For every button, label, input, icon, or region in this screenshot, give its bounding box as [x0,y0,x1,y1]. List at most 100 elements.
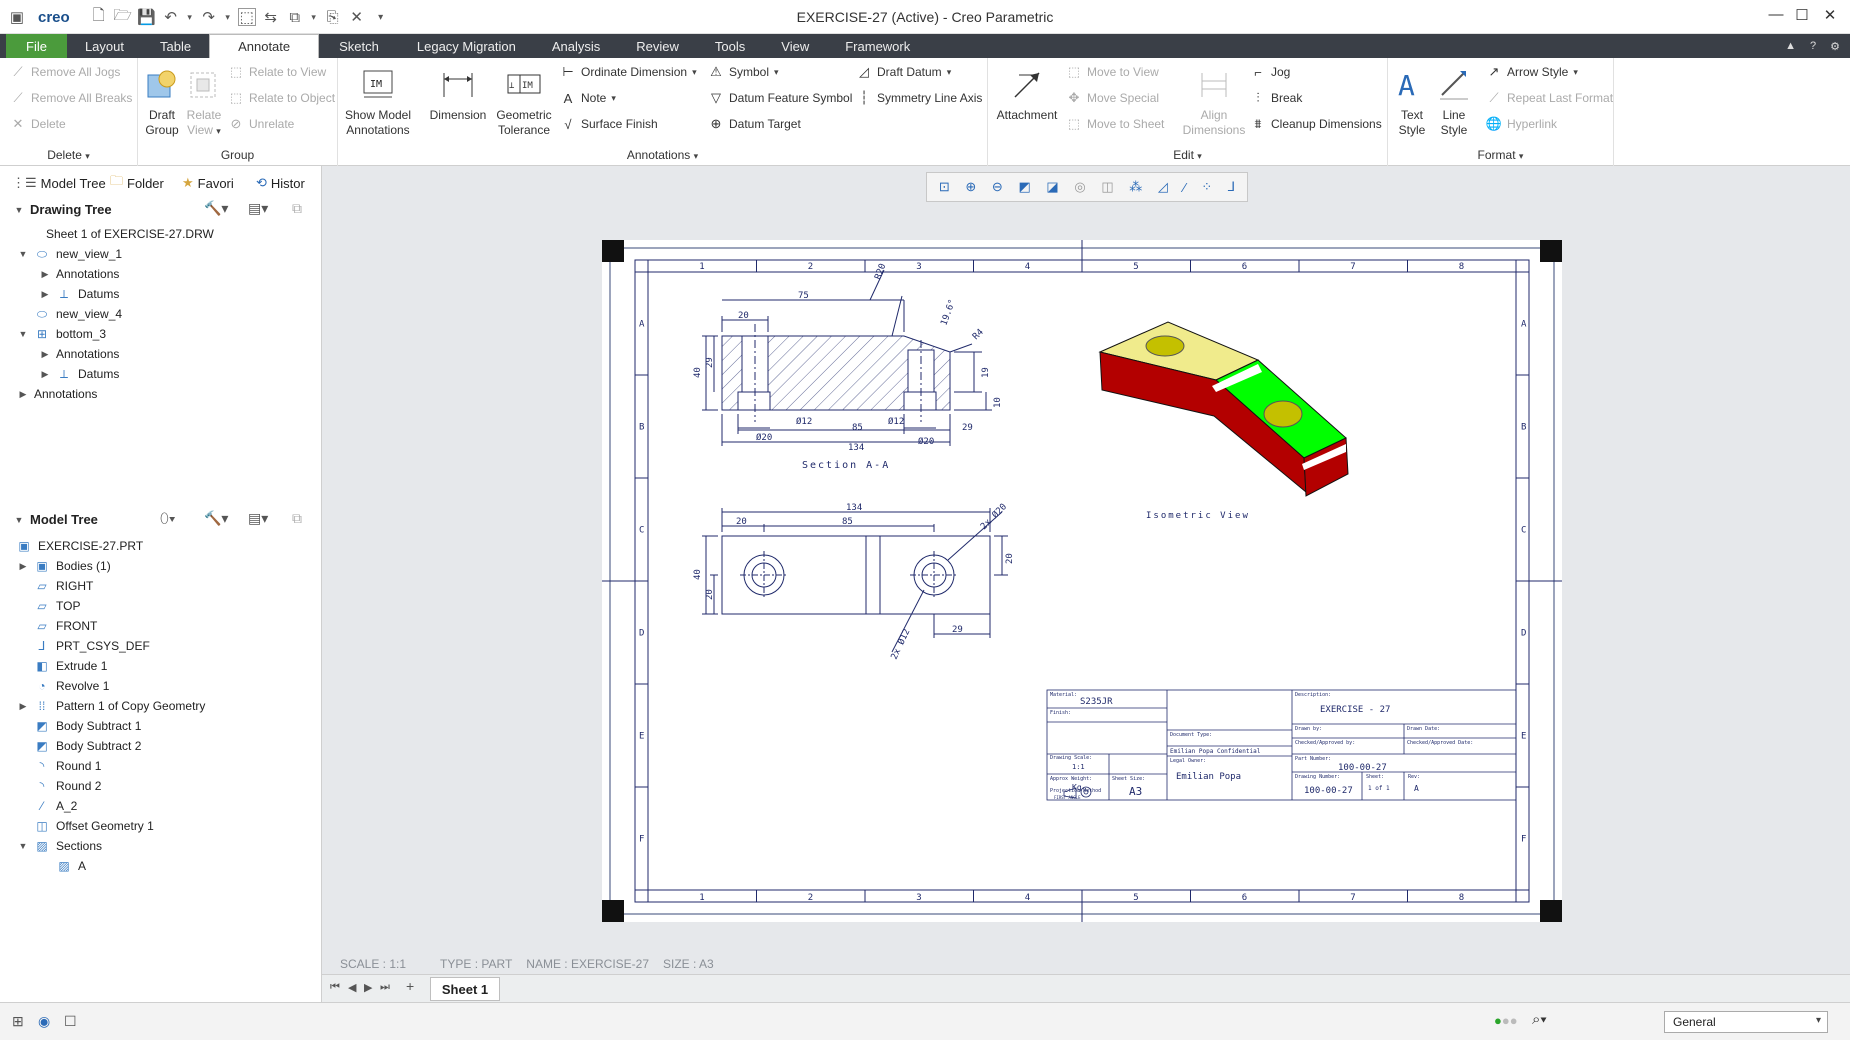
tree-filter-icon[interactable]: ⧉ [292,200,302,217]
geometric-tolerance-button[interactable]: ⊥ IM Geometric Tolerance [492,64,556,138]
regenerate-icon[interactable]: ⇆ [262,8,280,26]
edit-group-label[interactable]: Edit ▾ [988,148,1387,162]
last-sheet-icon[interactable]: ⏭ [380,981,390,994]
break-button[interactable]: ⫶ Break [1250,87,1302,109]
axis-display-icon[interactable]: ⁄ [1184,180,1186,195]
show-model-annotations-button[interactable]: IM Show Model Annotations [342,64,414,138]
full-screen-icon[interactable]: ☐ [64,1013,77,1030]
tree-item-bottom-3[interactable]: ▼ ⊞ bottom_3 [18,324,107,344]
display-style-icon[interactable]: ⬯▾ [160,510,176,527]
tree-item-annotations[interactable]: ▶ Annotations [18,384,98,404]
csys-display-icon[interactable]: ⅃ [1228,179,1235,195]
selection-filter-select[interactable]: General ▾ [1664,1011,1828,1033]
tab-favorites[interactable]: ★ Favori [182,172,234,194]
tree-item-feature[interactable]: ◩ Body Subtract 2 [34,736,141,756]
help-icon[interactable]: ? [1810,40,1816,52]
format-group-label[interactable]: Format ▾ [1388,148,1613,162]
tab-legacy-migration[interactable]: Legacy Migration [399,34,534,58]
zoom-in-icon[interactable]: ⊕ [965,179,976,195]
drawing-sheet[interactable]: 1122334455667788A AB BC CD DE EF F 20 75… [602,240,1562,922]
saved-views-icon[interactable]: ◎ [1074,179,1085,195]
tree-item-new-view-1[interactable]: ▼ ⬭ new_view_1 [18,244,123,264]
find-binoculars-icon[interactable]: ⌕▾ [1532,1011,1547,1028]
tree-item-part[interactable]: ▣ EXERCISE-27.PRT [16,536,143,556]
copy-icon[interactable]: ⎘ [324,8,342,26]
relate-view-button[interactable]: Relate View ▾ [184,64,224,139]
tab-framework[interactable]: Framework [827,34,928,58]
move-to-sheet-button[interactable]: ⬚ Move to Sheet [1066,113,1165,135]
add-sheet-button[interactable]: + [406,978,414,994]
tree-item-bodies[interactable]: ▶ ▣ Bodies (1) [18,556,111,576]
dimension-button[interactable]: Dimension [426,64,490,123]
minimize-button[interactable]: — [1764,6,1788,28]
collapse-ribbon-icon[interactable]: ▲ [1785,40,1796,52]
tab-tools[interactable]: Tools [697,34,763,58]
undo-dropdown-icon[interactable]: ▾ [186,8,194,26]
datum-feature-symbol-button[interactable]: ▽ Datum Feature Symbol [708,87,852,109]
view-manager-icon[interactable]: ◫ [1101,179,1113,195]
tree-tools-icon[interactable]: 🔨▾ [204,510,228,527]
tab-analysis[interactable]: Analysis [534,34,618,58]
tree-item-datum-plane[interactable]: ▱ TOP [34,596,80,616]
draft-group-button[interactable]: Draft Group [142,64,182,138]
tab-sketch[interactable]: Sketch [319,34,399,58]
save-icon[interactable]: 💾 [137,8,156,26]
zoom-out-icon[interactable]: ⊖ [992,179,1003,195]
align-dimensions-button[interactable]: Align Dimensions [1182,64,1246,138]
tree-item-section-a[interactable]: ▨ A [56,856,86,876]
annotation-display-icon[interactable]: ◿ [1158,179,1168,195]
browser-toggle-icon[interactable]: ◉ [38,1013,50,1030]
datum-display-icon[interactable]: ⁂ [1129,179,1142,195]
jog-button[interactable]: ⌐ Jog [1250,61,1290,83]
tab-view[interactable]: View [763,34,827,58]
tree-item-annotations[interactable]: ▶ Annotations [40,264,120,284]
tab-layout[interactable]: Layout [67,34,142,58]
display-style-icon[interactable]: ◪ [1046,179,1058,195]
next-sheet-icon[interactable]: ▶ [364,981,372,994]
settings-gear-icon[interactable]: ⚙ [1830,40,1840,53]
tree-item-datums[interactable]: ▶ ⟂ Datums [40,284,120,304]
new-file-icon[interactable]: 🗋 [90,7,108,26]
datum-target-button[interactable]: ⊕ Datum Target [708,113,801,135]
arrow-style-button[interactable]: ↗ Arrow Style ▾ [1486,61,1578,83]
draft-datum-button[interactable]: ◿ Draft Datum ▾ [856,61,951,83]
tree-item-datum-plane[interactable]: ▱ RIGHT [34,576,93,596]
cleanup-dimensions-button[interactable]: ⩩ Cleanup Dimensions [1250,113,1382,135]
tree-item-feature[interactable]: ◝ Round 2 [34,776,102,796]
tab-annotate[interactable]: Annotate [209,34,320,58]
tree-item-csys[interactable]: ⅃ PRT_CSYS_DEF [34,636,150,656]
tree-item-new-view-4[interactable]: ⬭ new_view_4 [34,304,122,324]
tree-settings-icon[interactable]: ▤▾ [248,200,268,217]
tree-item-feature[interactable]: ◔ Revolve 1 [34,676,109,696]
tree-settings-icon[interactable]: ▤▾ [248,510,268,527]
move-special-button[interactable]: ✥ Move Special [1066,87,1160,109]
window-dropdown-icon[interactable]: ▾ [310,8,318,26]
tree-item-feature[interactable]: ◧ Extrude 1 [34,656,107,676]
prev-sheet-icon[interactable]: ◀ [348,981,356,994]
customize-toolbar-icon[interactable]: ▾ [372,8,390,26]
note-button[interactable]: A Note ▾ [560,87,616,109]
navigator-toggle-icon[interactable]: ⊞ [12,1013,24,1030]
tree-item-pattern[interactable]: ▶ ⁞⁞ Pattern 1 of Copy Geometry [18,696,206,716]
close-window-icon[interactable]: ✕ [348,8,366,26]
line-style-button[interactable]: Line Style [1432,64,1476,138]
refit-icon[interactable]: ⊡ [939,179,950,195]
tree-item-sections[interactable]: ▼ ▨ Sections [18,836,103,856]
tree-item-annotations[interactable]: ▶ Annotations [40,344,120,364]
text-style-button[interactable]: A Text Style [1390,64,1434,138]
window-switch-icon[interactable]: ⧉ [286,8,304,26]
undo-icon[interactable]: ↶ [162,8,180,26]
annotations-group-label[interactable]: Annotations ▾ [338,148,987,162]
redo-icon[interactable]: ↷ [200,8,218,26]
remove-all-breaks-button[interactable]: ⟋ Remove All Breaks [10,87,132,109]
tab-sheet-1[interactable]: Sheet 1 [430,977,500,1001]
repeat-last-format-button[interactable]: ⟋ Repeat Last Format [1486,87,1613,109]
move-to-view-button[interactable]: ⬚ Move to View [1066,61,1159,83]
tree-item-feature[interactable]: ◫ Offset Geometry 1 [34,816,154,836]
model-tree-header[interactable]: ▼ Model Tree [14,512,98,527]
surface-finish-button[interactable]: √ Surface Finish [560,113,657,135]
open-file-icon[interactable]: 🗁 [113,7,132,26]
tab-history[interactable]: ⟲ Histor [256,172,305,194]
tree-item-feature[interactable]: ◩ Body Subtract 1 [34,716,141,736]
tab-review[interactable]: Review [618,34,697,58]
